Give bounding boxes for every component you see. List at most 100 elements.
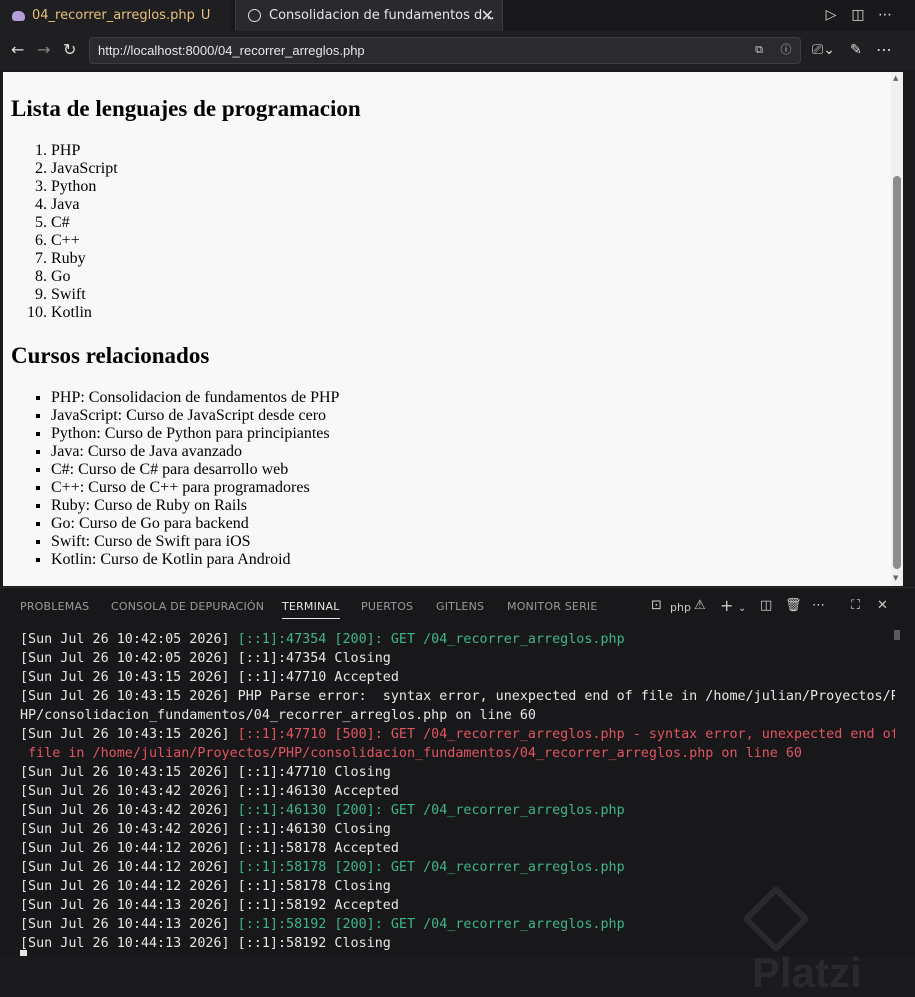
warning-icon[interactable]: ⚠ [694,598,706,614]
terminal-line: [Sun Jul 26 10:43:15 2026] [::1]:47710 [… [20,725,895,744]
page-scrollbar[interactable]: ▲ ▼ [891,72,903,586]
log-message: [::1]:58178 Closing [229,879,391,894]
terminal-scrollbar[interactable] [894,630,900,640]
terminal-line: [Sun Jul 26 10:43:15 2026] [::1]:47710 C… [20,763,895,782]
close-icon[interactable]: ✕ [481,6,494,25]
list-item: Swift [51,286,118,304]
scroll-thumb[interactable] [893,176,901,569]
back-icon[interactable]: ← [11,41,24,59]
shell-name[interactable]: php [670,600,691,616]
terminal-line: [Sun Jul 26 10:42:05 2026] [::1]:47354 C… [20,649,895,668]
log-message: [::1]:47354 [200]: GET /04_recorrer_arre… [229,632,625,647]
log-timestamp: [Sun Jul 26 10:42:05 2026] [20,632,230,647]
log-message: [::1]:58178 Accepted [229,841,399,856]
terminal-line: [Sun Jul 26 10:44:12 2026] [::1]:58178 A… [20,839,895,858]
log-message: [::1]:47354 Closing [229,651,391,666]
url-text[interactable]: http://localhost:8000/04_recorrer_arregl… [98,43,365,58]
list-item: JavaScript [51,160,118,178]
log-message: [::1]:58192 [200]: GET /04_recorrer_arre… [229,917,625,932]
tab-title: Consolidacion de fundamentos d... [269,8,495,23]
tab-serial-monitor[interactable]: MONITOR SERIE [507,600,598,613]
more-icon[interactable]: ⋯ [876,41,892,59]
scroll-down-icon[interactable]: ▼ [893,574,898,582]
forward-icon[interactable]: → [37,41,50,59]
list-item: C++: Curso de C++ para programadores [51,479,339,497]
list-item: Go: Curso de Go para backend [51,515,339,533]
trash-icon[interactable]: 🗑 [785,598,802,614]
tab-ports[interactable]: PUERTOS [361,600,413,613]
chevron-down-icon[interactable]: ⌄ [738,601,746,617]
scroll-up-icon[interactable]: ▲ [893,74,898,82]
panel-tab-bar: PROBLEMAS CONSOLA DE DEPURACIÓN TERMINAL… [0,588,915,625]
log-message: HP/consolidacion_fundamentos/04_recorrer… [20,708,536,723]
log-timestamp: [Sun Jul 26 10:43:42 2026] [20,784,230,799]
terminal-line: file in /home/julian/Proyectos/PHP/conso… [20,744,895,763]
rendered-page: Lista de lenguajes de programacion PHP J… [3,72,891,586]
terminal-line: [Sun Jul 26 10:44:12 2026] [::1]:58178 C… [20,877,895,896]
terminal-line: [Sun Jul 26 10:43:15 2026] [::1]:47710 A… [20,668,895,687]
globe-icon [248,9,261,22]
page-copy-icon[interactable]: ⧉ [752,43,766,57]
terminal-line: HP/consolidacion_fundamentos/04_recorrer… [20,706,895,725]
log-message: [::1]:46130 [200]: GET /04_recorrer_arre… [229,803,625,818]
log-timestamp: [Sun Jul 26 10:43:15 2026] [20,765,230,780]
device-icon[interactable]: ⎚⌄ [812,41,835,59]
tab-browser-preview[interactable]: Consolidacion de fundamentos d... ✕ [235,0,503,31]
log-timestamp: [Sun Jul 26 10:43:15 2026] [20,727,230,742]
url-bar[interactable]: http://localhost:8000/04_recorrer_arregl… [89,37,801,64]
terminal-line: [Sun Jul 26 10:43:42 2026] [::1]:46130 A… [20,782,895,801]
tab-terminal[interactable]: TERMINAL [282,600,340,619]
more-actions-icon[interactable]: ⋯ [812,598,825,614]
tools-icon[interactable]: ✎ [850,41,862,59]
maximize-icon[interactable]: ⛶ [851,598,860,614]
list-item: Python: Curso de Python para principiant… [51,425,339,443]
terminal-cursor [20,950,27,956]
run-icon[interactable]: ▷ [822,6,840,24]
terminal-line: [Sun Jul 26 10:43:42 2026] [::1]:46130 C… [20,820,895,839]
log-timestamp: [Sun Jul 26 10:43:42 2026] [20,822,230,837]
modified-badge: U [200,8,211,23]
tab-title: 04_recorrer_arreglos.php [32,8,195,23]
tab-php-file[interactable]: 04_recorrer_arreglos.php U [0,0,230,31]
terminal-line: [Sun Jul 26 10:43:15 2026] PHP Parse err… [20,687,895,706]
editor-edge [904,72,915,586]
more-actions-icon[interactable]: ⋯ [876,6,894,24]
log-timestamp: [Sun Jul 26 10:44:13 2026] [20,917,230,932]
list-item: JavaScript: Curso de JavaScript desde ce… [51,407,339,425]
terminal-line: [Sun Jul 26 10:43:42 2026] [::1]:46130 [… [20,801,895,820]
list-item: Go [51,268,118,286]
tab-gitlens[interactable]: GITLENS [436,600,484,613]
reload-icon[interactable]: ↻ [63,41,76,59]
terminal-icon[interactable]: ⊡ [651,598,662,614]
split-terminal-icon[interactable]: ◫ [760,598,772,614]
list-item: C#: Curso de C# para desarrollo web [51,461,339,479]
tab-problems[interactable]: PROBLEMAS [20,600,89,613]
courses-list: PHP: Consolidacion de fundamentos de PHP… [11,389,339,569]
info-icon[interactable]: ⓘ [779,43,793,57]
platzi-logo-icon [742,885,810,953]
log-timestamp: [Sun Jul 26 10:44:12 2026] [20,879,230,894]
log-message: [::1]:47710 Accepted [229,670,399,685]
log-timestamp: [Sun Jul 26 10:44:12 2026] [20,841,230,856]
new-terminal-icon[interactable]: + [720,598,733,614]
log-message: PHP Parse error: syntax error, unexpecte… [229,689,895,704]
log-timestamp: [Sun Jul 26 10:44:13 2026] [20,898,230,913]
log-message: [::1]:47710 Closing [229,765,391,780]
log-timestamp: [Sun Jul 26 10:44:12 2026] [20,860,230,875]
split-editor-icon[interactable]: ◫ [849,6,867,24]
list-item: PHP [51,142,118,160]
log-timestamp: [Sun Jul 26 10:42:05 2026] [20,651,230,666]
php-elephant-icon [12,10,25,21]
heading-languages: Lista de lenguajes de programacion [11,96,361,121]
terminal-line: [Sun Jul 26 10:42:05 2026] [::1]:47354 [… [20,630,895,649]
tab-debug-console[interactable]: CONSOLA DE DEPURACIÓN [111,600,264,613]
list-item: Ruby [51,250,118,268]
list-item: Python [51,178,118,196]
close-panel-icon[interactable]: ✕ [877,598,888,614]
log-timestamp: [Sun Jul 26 10:43:15 2026] [20,670,230,685]
log-timestamp: [Sun Jul 26 10:44:13 2026] [20,936,230,951]
heading-courses: Cursos relacionados [11,343,210,368]
terminal-line: [Sun Jul 26 10:44:12 2026] [::1]:58178 [… [20,858,895,877]
log-message: [::1]:46130 Closing [229,822,391,837]
list-item: Kotlin [51,304,118,322]
